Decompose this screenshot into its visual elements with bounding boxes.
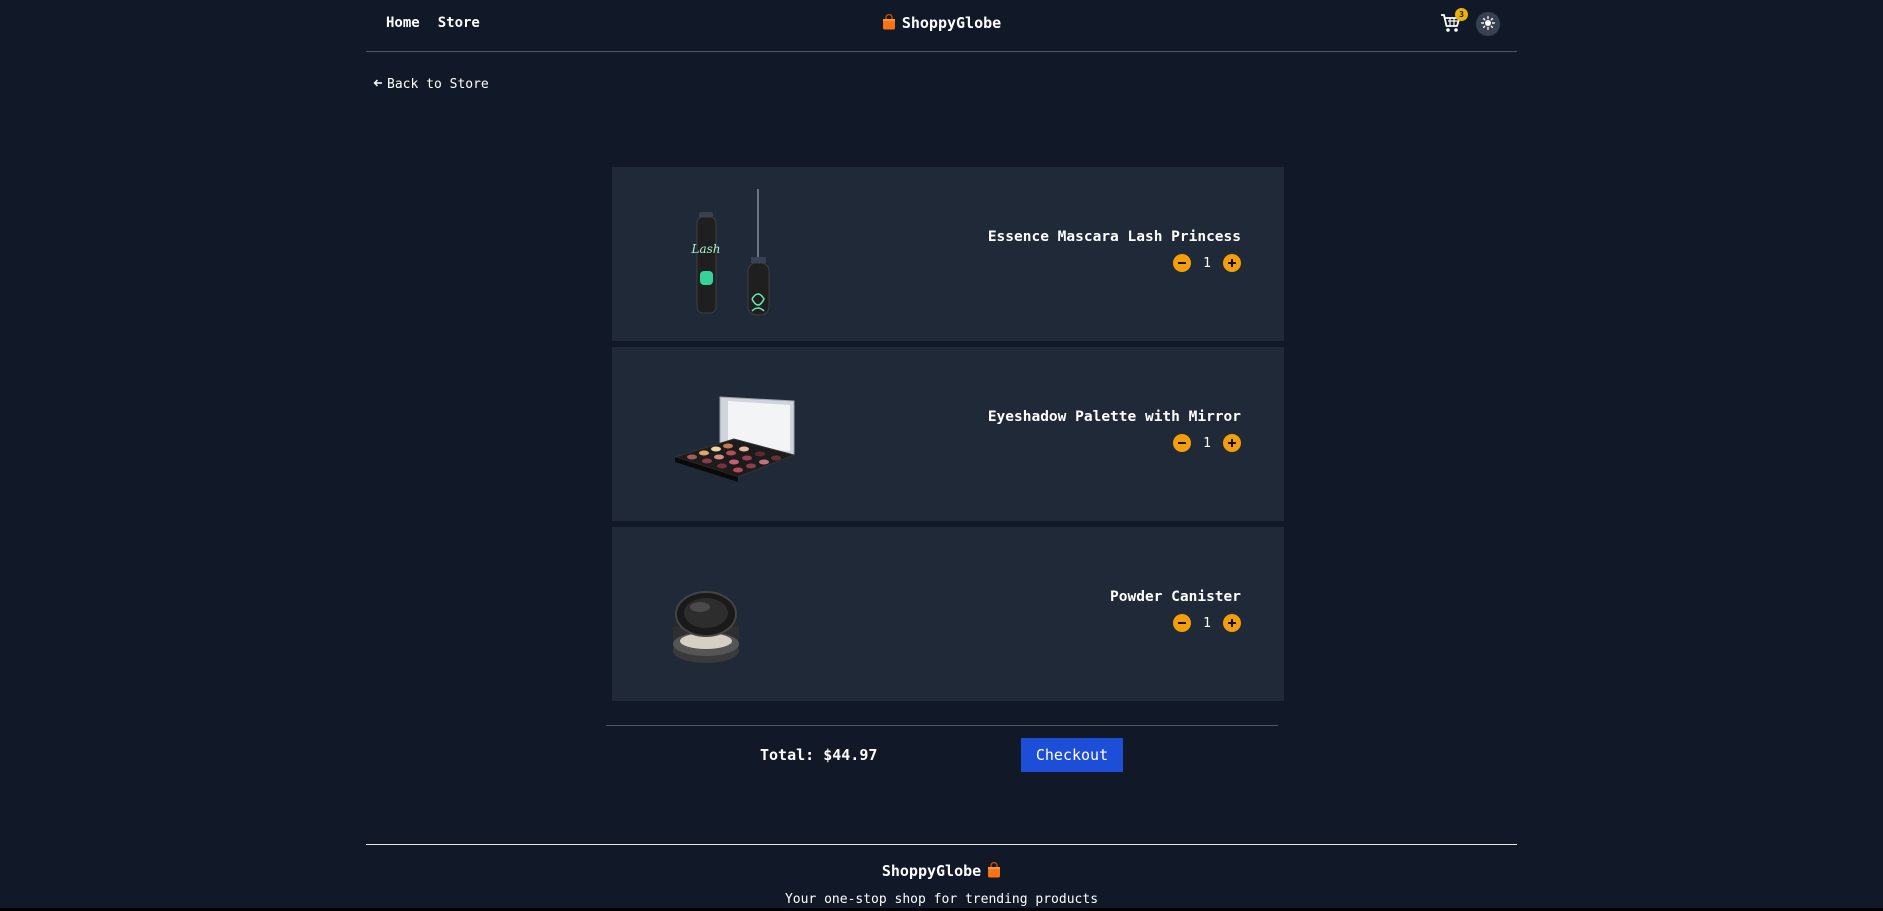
cart-item-title: Essence Mascara Lash Princess	[987, 229, 1241, 245]
summary-divider	[606, 725, 1278, 726]
cart-item-info: Powder Canister 1	[1110, 589, 1241, 632]
increase-quantity-button[interactable]	[1223, 254, 1241, 272]
cart-item: Powder Canister 1	[612, 527, 1284, 701]
decrease-quantity-button[interactable]	[1173, 254, 1191, 272]
footer-tagline: Your one-stop shop for trending products	[784, 892, 1099, 907]
shopping-bag-icon	[882, 13, 896, 34]
cart-item-title: Powder Canister	[1110, 589, 1241, 605]
increase-quantity-button[interactable]	[1223, 434, 1241, 452]
quantity-value: 1	[1203, 435, 1211, 451]
arrow-left-icon	[373, 77, 383, 92]
footer-brand: ShoppyGlobe	[366, 861, 1517, 882]
powder-canister-image	[672, 547, 812, 681]
cart-item-info: Essence Mascara Lash Princess 1	[988, 229, 1241, 272]
brand-name: ShoppyGlobe	[901, 14, 1002, 32]
shopping-bag-icon	[987, 861, 1001, 882]
navbar: Home Store ShoppyGlobe 3	[366, 0, 1517, 52]
quantity-value: 1	[1203, 255, 1211, 271]
footer: ShoppyGlobe Your one-stop shop for trend…	[366, 844, 1517, 907]
cart-item-list: Lash Essence Mascara Lash Princess 1 Eye…	[612, 167, 1284, 707]
checkout-button[interactable]: Checkout	[1021, 738, 1123, 772]
decrease-quantity-button[interactable]	[1173, 614, 1191, 632]
increase-quantity-button[interactable]	[1223, 614, 1241, 632]
cart-count-badge: 3	[1455, 8, 1468, 21]
cart-item: Lash Essence Mascara Lash Princess 1	[612, 167, 1284, 341]
brand-logo[interactable]: ShoppyGlobe	[366, 13, 1517, 34]
decrease-quantity-button[interactable]	[1173, 434, 1191, 452]
back-to-store-label: Back to Store	[387, 77, 489, 92]
svg-text:Lash: Lash	[690, 242, 720, 256]
footer-brand-name: ShoppyGlobe	[881, 862, 982, 880]
quantity-stepper: 1	[988, 434, 1241, 452]
cart-item-title: Eyeshadow Palette with Mirror	[987, 409, 1241, 425]
cart-item: Eyeshadow Palette with Mirror 1	[612, 347, 1284, 521]
eyeshadow-palette-image	[672, 367, 812, 501]
back-to-store-link[interactable]: Back to Store	[373, 77, 489, 92]
sun-icon	[1481, 15, 1495, 34]
quantity-stepper: 1	[1110, 614, 1241, 632]
cart-item-info: Eyeshadow Palette with Mirror 1	[988, 409, 1241, 452]
theme-toggle-button[interactable]	[1476, 12, 1500, 36]
mascara-image: Lash	[672, 187, 812, 321]
cart-total: Total: $44.97	[760, 746, 878, 764]
quantity-stepper: 1	[988, 254, 1241, 272]
quantity-value: 1	[1203, 615, 1211, 631]
